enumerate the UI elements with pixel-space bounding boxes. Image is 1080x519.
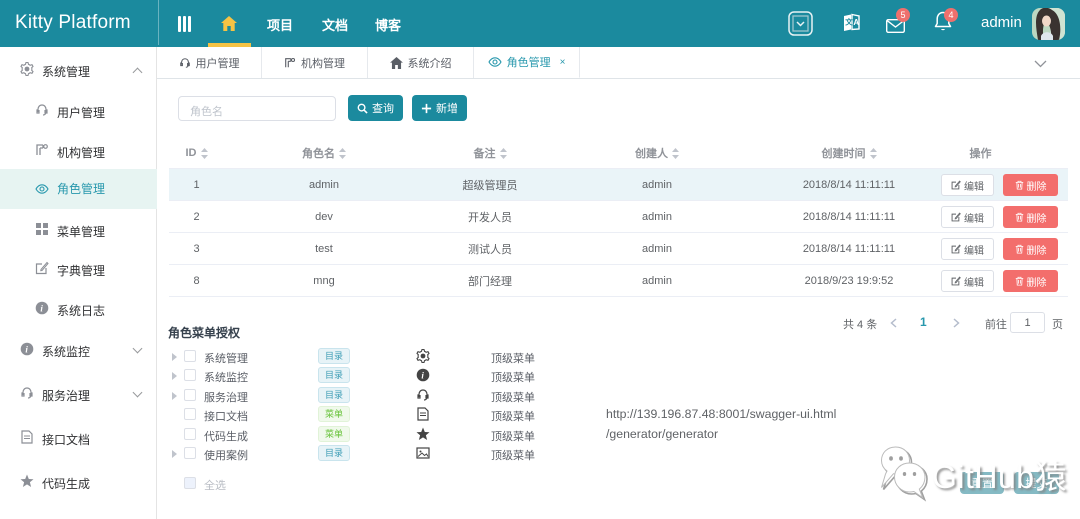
svg-text:A: A <box>853 18 859 27</box>
svg-text:文: 文 <box>845 17 853 27</box>
